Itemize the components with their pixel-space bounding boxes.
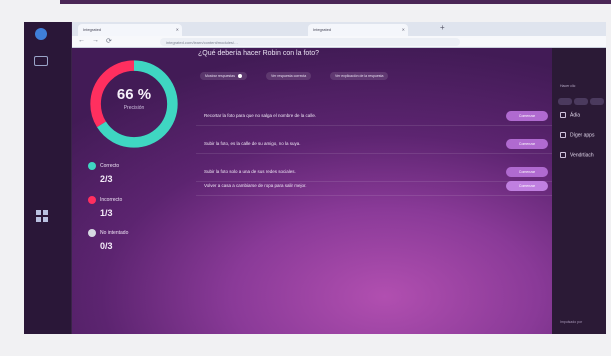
filter-show-answers[interactable]: Mostrar respuestas [200, 72, 247, 80]
toggle-icon[interactable] [237, 74, 242, 79]
document-icon [560, 112, 566, 118]
answer-row[interactable]: Recortar la foto para que no salga el no… [196, 106, 554, 126]
forward-button[interactable]: → [92, 37, 99, 44]
sidebar-item-apps[interactable]: Díger apps [560, 132, 594, 138]
sidebar-pills [558, 92, 606, 110]
filter-correct-answer[interactable]: Ver respuesta correcta [266, 72, 312, 80]
sidebar-pill[interactable] [590, 98, 604, 105]
answer-start-button[interactable]: Comenzar [506, 139, 548, 149]
account-badge-icon[interactable] [35, 28, 47, 40]
close-icon[interactable]: ✕ [402, 27, 405, 32]
url-field[interactable]: integrated.com/learn/content/modules/… [160, 38, 460, 46]
right-sidebar: Hacer clic Ádia Díger apps Vendrtiach Im… [552, 48, 606, 334]
tab-label: Integrated [83, 27, 102, 32]
dash-icon [88, 229, 96, 237]
sidebar-item-settings[interactable]: Vendrtiach [560, 152, 594, 158]
accuracy-donut-chart [90, 60, 178, 148]
new-tab-button[interactable]: + [440, 23, 445, 32]
sidebar-pill[interactable] [574, 98, 588, 105]
photo-frame: Integrated ✕ Integrated ✕ + ← → ⟳ integr… [0, 0, 611, 356]
address-bar: ← → ⟳ integrated.com/learn/content/modul… [72, 36, 606, 48]
stat-value: 2/3 [100, 174, 113, 184]
browser-tab[interactable]: Integrated ✕ [78, 24, 182, 36]
left-rail [24, 22, 72, 334]
check-icon [88, 162, 96, 170]
answer-start-button[interactable]: Comenzar [506, 111, 548, 121]
answer-row[interactable]: Subir la foto, es la calle de su amigo, … [196, 134, 554, 154]
stat-value: 0/3 [100, 241, 113, 251]
stat-label: No intentado [100, 230, 129, 236]
back-button[interactable]: ← [78, 37, 85, 44]
answer-text: Volver a casa a cambiarse de ropa para s… [204, 183, 307, 188]
sidebar-item-label: Díger apps [570, 132, 595, 139]
tab-label: Integrated [313, 27, 332, 32]
answer-start-button[interactable]: Comenzar [506, 181, 548, 191]
sidebar-item-label: Ádia [570, 112, 581, 119]
answer-text: Recortar la foto para que no salga el no… [204, 113, 317, 118]
sidebar-item-label: Vendrtiach [570, 152, 594, 159]
close-icon[interactable]: ✕ [176, 27, 179, 32]
accuracy-percent: 66 % [116, 86, 152, 103]
sidebar-footer: Impulsado por [560, 320, 583, 324]
browser-tab[interactable]: Integrated ✕ [308, 24, 408, 36]
top-strip [60, 0, 611, 4]
settings-icon [560, 152, 566, 158]
reload-button[interactable]: ⟳ [106, 37, 112, 45]
filter-label: Ver explicación de la respuesta [335, 74, 384, 78]
stat-value: 1/3 [100, 208, 113, 218]
answer-row-selected[interactable]: Volver a casa a cambiarse de ropa para s… [196, 176, 554, 196]
cross-icon [88, 196, 96, 204]
sidebar-pill[interactable] [558, 98, 572, 105]
browser-tab-bar: Integrated ✕ Integrated ✕ + [72, 22, 606, 36]
grid-icon[interactable] [36, 210, 48, 222]
answer-text: Subir la foto, es la calle de su amigo, … [204, 141, 301, 146]
monitor-screen: Integrated ✕ Integrated ✕ + ← → ⟳ integr… [24, 22, 606, 334]
sidebar-item-adia[interactable]: Ádia [560, 112, 580, 118]
apps-icon [560, 132, 566, 138]
filter-explanation[interactable]: Ver explicación de la respuesta [330, 72, 389, 80]
stat-label: Correcto [100, 163, 120, 169]
panel-icon[interactable] [34, 56, 48, 66]
question-title: ¿Qué debería hacer Robin con la foto? [198, 50, 320, 57]
sidebar-title: Hacer clic [560, 84, 576, 88]
filter-label: Mostrar respuestas [205, 74, 235, 78]
accuracy-subtitle: Precisión [123, 105, 145, 111]
stat-label: Incorrecto [100, 197, 123, 203]
filter-label: Ver respuesta correcta [271, 74, 307, 78]
answer-text: Subir la foto solo a una de sus redes so… [204, 169, 296, 174]
